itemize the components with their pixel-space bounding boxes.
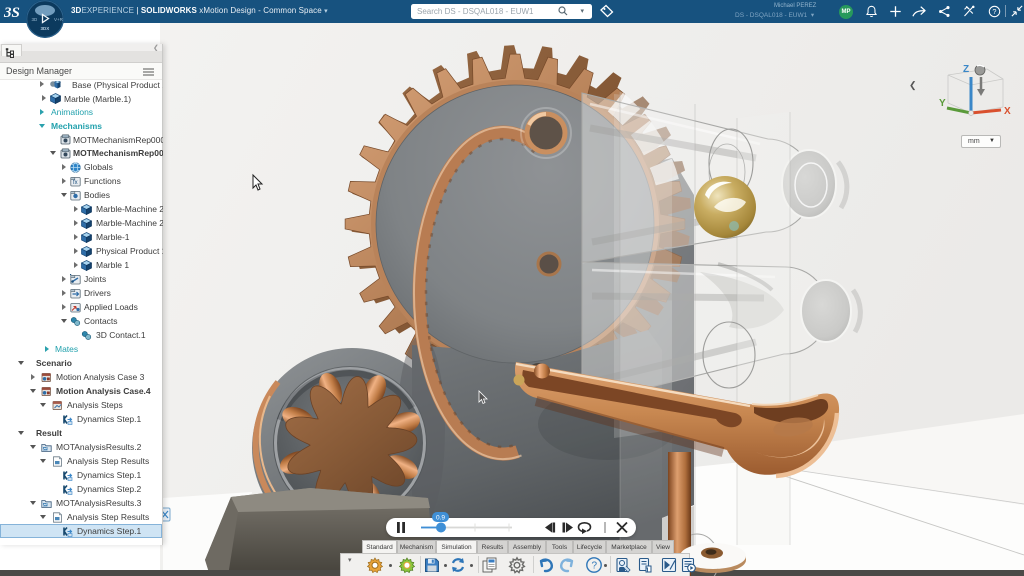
svg-text:X: X xyxy=(1004,106,1011,117)
svg-text:?: ? xyxy=(592,561,598,572)
svg-text:0.9: 0.9 xyxy=(436,515,445,522)
svg-text:V+R: V+R xyxy=(54,17,64,22)
svg-text:3DX: 3DX xyxy=(41,26,50,31)
svg-text:?: ? xyxy=(992,7,996,16)
svg-text:Z: Z xyxy=(963,64,969,75)
svg-text:3S: 3S xyxy=(3,5,20,21)
svg-text:fx: fx xyxy=(73,180,78,186)
svg-text:Y: Y xyxy=(939,98,946,109)
svg-text:3D: 3D xyxy=(32,17,39,22)
